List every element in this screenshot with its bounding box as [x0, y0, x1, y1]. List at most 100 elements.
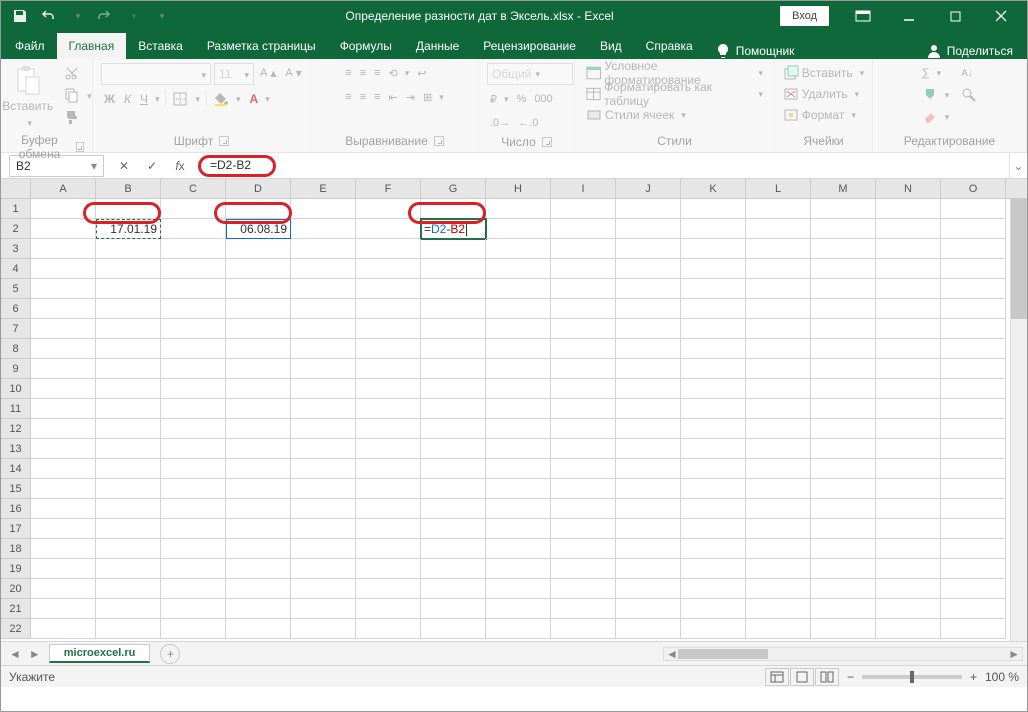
align-right-icon[interactable]: ≡ — [371, 87, 383, 107]
cell[interactable] — [486, 499, 551, 519]
cell[interactable] — [616, 219, 681, 239]
row-header[interactable]: 9 — [1, 359, 31, 379]
font-size-combo[interactable]: 11 — [214, 63, 254, 85]
cell[interactable] — [746, 559, 811, 579]
cell[interactable] — [811, 579, 876, 599]
cell[interactable] — [486, 439, 551, 459]
cell[interactable] — [746, 279, 811, 299]
cell[interactable] — [421, 599, 486, 619]
decrease-font-icon[interactable]: A▾ — [282, 63, 304, 83]
cell[interactable] — [291, 479, 356, 499]
cell[interactable] — [616, 619, 681, 639]
cell[interactable] — [681, 439, 746, 459]
underline-button[interactable]: Ч — [137, 89, 163, 109]
cell[interactable] — [31, 499, 96, 519]
cell[interactable] — [356, 519, 421, 539]
cell[interactable] — [486, 579, 551, 599]
row-header[interactable]: 5 — [1, 279, 31, 299]
cell[interactable] — [291, 519, 356, 539]
cell[interactable] — [226, 559, 291, 579]
cell[interactable] — [96, 559, 161, 579]
cell[interactable] — [551, 519, 616, 539]
cell[interactable] — [31, 399, 96, 419]
font-dialog-launcher[interactable] — [219, 136, 229, 146]
cell[interactable] — [96, 459, 161, 479]
cell[interactable] — [746, 219, 811, 239]
cell[interactable] — [876, 359, 941, 379]
cell[interactable] — [681, 239, 746, 259]
formula-input[interactable]: =D2-B2 — [200, 153, 1009, 178]
cell[interactable] — [291, 419, 356, 439]
cell[interactable] — [876, 519, 941, 539]
cell[interactable] — [486, 559, 551, 579]
col-header[interactable]: E — [291, 179, 356, 198]
col-header[interactable]: O — [941, 179, 1006, 198]
cell[interactable] — [811, 499, 876, 519]
cell[interactable] — [811, 539, 876, 559]
cell[interactable] — [876, 539, 941, 559]
cell[interactable] — [486, 259, 551, 279]
cell[interactable] — [421, 239, 486, 259]
cell[interactable] — [226, 539, 291, 559]
cell[interactable] — [811, 199, 876, 219]
cell[interactable] — [941, 399, 1006, 419]
cell[interactable] — [876, 499, 941, 519]
cell[interactable] — [681, 259, 746, 279]
col-header[interactable]: J — [616, 179, 681, 198]
align-center-icon[interactable]: ≡ — [357, 87, 369, 107]
cell[interactable] — [616, 539, 681, 559]
cell[interactable] — [486, 239, 551, 259]
cell[interactable] — [161, 579, 226, 599]
tab-data[interactable]: Данные — [404, 33, 471, 59]
cell[interactable] — [31, 259, 96, 279]
cell[interactable] — [96, 239, 161, 259]
cell[interactable] — [746, 199, 811, 219]
cell[interactable] — [551, 339, 616, 359]
cell[interactable] — [616, 259, 681, 279]
cell[interactable] — [616, 419, 681, 439]
cell[interactable] — [876, 379, 941, 399]
percent-icon[interactable]: % — [514, 89, 530, 109]
cell[interactable]: 06.08.19 — [226, 219, 291, 239]
borders-button[interactable] — [169, 89, 203, 109]
cell[interactable]: 17.01.19 — [96, 219, 161, 239]
row-header[interactable]: 20 — [1, 579, 31, 599]
row-header[interactable]: 2 — [1, 219, 31, 239]
cell[interactable] — [681, 559, 746, 579]
cell[interactable] — [226, 499, 291, 519]
row-header[interactable]: 1 — [1, 199, 31, 219]
cell[interactable] — [31, 419, 96, 439]
login-button[interactable]: Вход — [780, 6, 829, 26]
align-left-icon[interactable]: ≡ — [342, 87, 354, 107]
cell[interactable] — [551, 279, 616, 299]
cell[interactable] — [876, 219, 941, 239]
cell[interactable] — [876, 619, 941, 639]
cell[interactable] — [811, 459, 876, 479]
cell[interactable] — [96, 379, 161, 399]
cell[interactable] — [486, 339, 551, 359]
cell[interactable] — [96, 399, 161, 419]
col-header[interactable]: K — [681, 179, 746, 198]
cell[interactable] — [681, 459, 746, 479]
cell[interactable] — [681, 319, 746, 339]
cell[interactable] — [616, 319, 681, 339]
cell[interactable] — [746, 339, 811, 359]
cell[interactable] — [681, 199, 746, 219]
cell[interactable] — [161, 299, 226, 319]
italic-button[interactable]: К — [121, 89, 134, 109]
cell[interactable] — [681, 299, 746, 319]
cell[interactable] — [31, 279, 96, 299]
cell[interactable] — [551, 219, 616, 239]
cell[interactable] — [291, 599, 356, 619]
cell[interactable] — [356, 539, 421, 559]
row-header[interactable]: 3 — [1, 239, 31, 259]
cell[interactable] — [96, 499, 161, 519]
cell[interactable] — [941, 579, 1006, 599]
cell[interactable] — [616, 559, 681, 579]
cell[interactable] — [31, 299, 96, 319]
format-cells-button[interactable]: Формат — [780, 105, 859, 125]
cell[interactable] — [941, 199, 1006, 219]
cell[interactable] — [876, 479, 941, 499]
cell[interactable] — [681, 279, 746, 299]
cell[interactable] — [941, 559, 1006, 579]
